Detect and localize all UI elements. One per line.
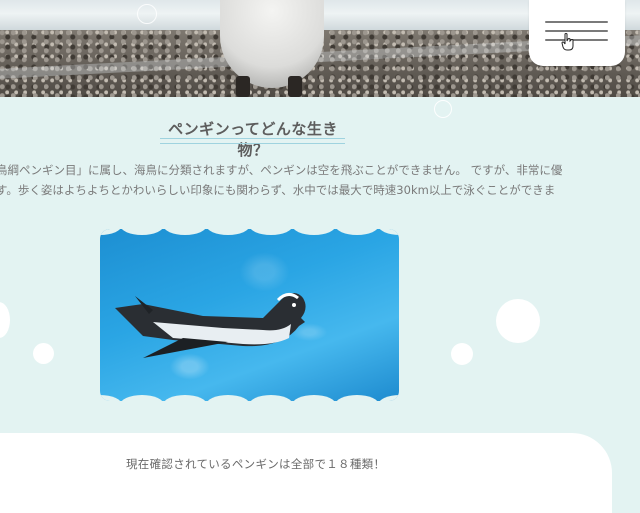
intro-line: す。歩く姿はよちよちとかわいらしい印象にも関わらず、水中では最大で時速30km以…: [0, 183, 556, 197]
species-count-text: 現在確認されているペンギンは全部で１８種類！: [126, 457, 386, 471]
info-card: [0, 433, 612, 513]
hand-pointer-icon: [561, 33, 574, 51]
decorative-bubble: [496, 299, 540, 343]
decorative-bubble: [0, 302, 10, 338]
intro-line: 鳥綱ペンギン目」に属し、海鳥に分類されますが、ペンギンは空を飛ぶことができません…: [0, 163, 563, 177]
penguin-swimming: [115, 293, 306, 358]
title-underline: [160, 138, 345, 144]
decorative-bubble: [33, 343, 54, 364]
intro-text: 鳥綱ペンギン目」に属し、海鳥に分類されますが、ペンギンは空を飛ぶことができません…: [0, 160, 616, 200]
decorative-ring: [137, 4, 157, 24]
decorative-bubble: [451, 343, 473, 365]
menu-button[interactable]: [529, 0, 625, 66]
decorative-ring: [434, 100, 452, 118]
